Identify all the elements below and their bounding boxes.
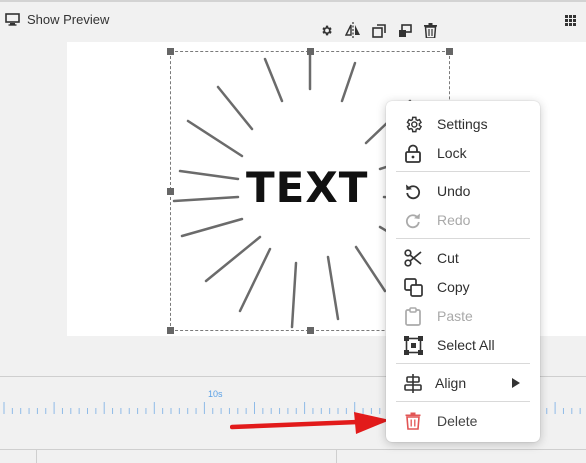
redo-icon	[403, 210, 423, 230]
menu-label-align: Align	[435, 375, 467, 391]
menu-separator	[396, 363, 530, 364]
menu-item-paste[interactable]: Paste	[386, 302, 540, 330]
menu-label-settings: Settings	[437, 116, 488, 132]
menu-label-select-all: Select All	[437, 337, 495, 353]
resize-handle-top[interactable]	[307, 48, 314, 55]
trash-icon	[403, 411, 423, 431]
context-menu: Settings Lock Undo Redo Cut Copy Paste S…	[386, 101, 540, 442]
resize-handle-bottom-left[interactable]	[167, 327, 174, 334]
track-divider	[0, 449, 586, 450]
menu-label-paste: Paste	[437, 308, 473, 324]
clipboard-icon	[403, 306, 423, 326]
resize-handle-top-right[interactable]	[446, 48, 453, 55]
scissors-icon	[403, 248, 423, 268]
top-bar: Show Preview	[0, 0, 586, 42]
copy-icon	[403, 277, 423, 297]
menu-label-delete: Delete	[437, 413, 478, 429]
menu-separator	[396, 238, 530, 239]
show-preview-toggle[interactable]: Show Preview	[5, 12, 109, 27]
resize-handle-top-left[interactable]	[167, 48, 174, 55]
resize-handle-left[interactable]	[167, 188, 174, 195]
settings-gear-icon[interactable]	[318, 22, 335, 39]
undo-icon	[403, 181, 423, 201]
bring-forward-icon[interactable]	[370, 22, 387, 39]
show-preview-label: Show Preview	[27, 12, 110, 27]
track-separator	[36, 449, 37, 463]
menu-label-lock: Lock	[437, 145, 467, 161]
timeline-marker-label: 10s	[208, 389, 223, 399]
submenu-arrow-icon	[512, 378, 520, 388]
trash-icon[interactable]	[422, 22, 439, 39]
menu-label-cut: Cut	[437, 250, 459, 266]
menu-separator	[396, 171, 530, 172]
grid-menu-icon[interactable]	[565, 15, 576, 26]
menu-label-copy: Copy	[437, 279, 470, 295]
gear-icon	[403, 114, 423, 134]
menu-item-redo[interactable]: Redo	[386, 206, 540, 234]
menu-item-undo[interactable]: Undo	[386, 177, 540, 205]
menu-item-settings[interactable]: Settings	[386, 110, 540, 138]
menu-item-select-all[interactable]: Select All	[386, 331, 540, 359]
track-separator	[336, 449, 337, 463]
flip-icon[interactable]	[344, 22, 361, 39]
menu-item-copy[interactable]: Copy	[386, 273, 540, 301]
menu-separator	[396, 401, 530, 402]
monitor-icon	[5, 13, 20, 26]
align-icon	[403, 373, 423, 393]
menu-label-redo: Redo	[437, 212, 471, 228]
send-backward-icon[interactable]	[396, 22, 413, 39]
element-toolbar	[318, 22, 439, 39]
menu-label-undo: Undo	[437, 183, 471, 199]
red-pointer-arrow	[230, 412, 390, 434]
menu-item-lock[interactable]: Lock	[386, 139, 540, 167]
resize-handle-bottom[interactable]	[307, 327, 314, 334]
menu-item-delete[interactable]: Delete	[386, 407, 540, 435]
menu-item-align[interactable]: Align	[386, 369, 540, 397]
menu-item-cut[interactable]: Cut	[386, 244, 540, 272]
select-all-icon	[403, 335, 423, 355]
lock-icon	[403, 143, 423, 163]
